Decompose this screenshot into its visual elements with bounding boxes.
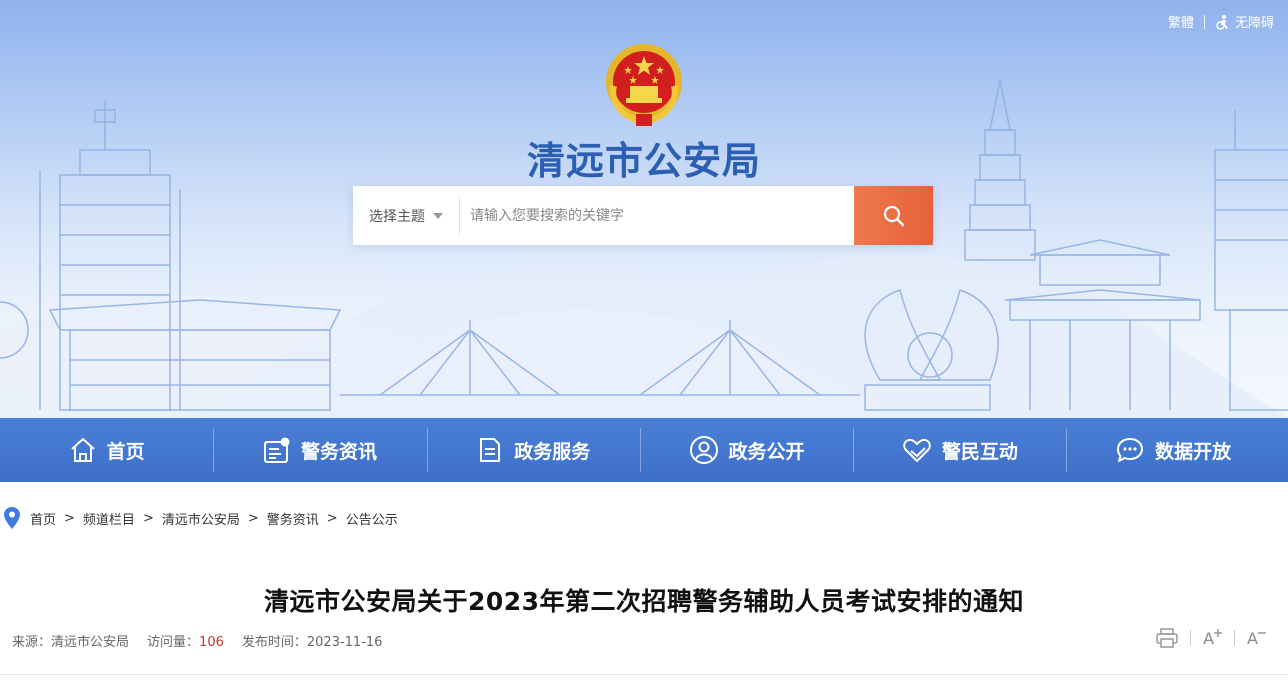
hits-info: 访问量：106 [147,631,224,650]
article-meta: 来源：清远市公安局 访问量：106 发布时间：2023-11-16 [12,631,382,650]
breadcrumb-channels[interactable]: 频道栏目 [83,509,135,528]
nav-item-open-data[interactable]: 数据开放 [1066,418,1279,482]
nav-item-label: 首页 [106,440,145,463]
hits-value: 106 [199,635,224,650]
nav-item-label: 数据开放 [1155,440,1232,463]
font-enlarge-label: A [1203,628,1215,648]
breadcrumb-separator: > [64,510,75,526]
breadcrumb-separator: > [247,510,259,526]
main-nav: 首页 警务资讯 政务服务 政务公开 警民互动 数据开放 [0,418,1288,482]
nav-item-gov-services[interactable]: 政务服务 [426,418,640,482]
nav-item-gov-disclosure[interactable]: 政务公开 [639,418,853,482]
divider-line [0,674,1288,675]
accessibility-label: 无障碍 [1234,16,1274,31]
topic-select[interactable]: 选择主题 [353,186,459,245]
national-emblem-logo [606,44,682,126]
source-value: 清远市公安局 [51,635,130,650]
location-pin-icon [4,507,20,529]
date-value: 2023-11-16 [306,635,383,650]
date-info: 发布时间：2023-11-16 [242,631,383,650]
accessibility-icon [1216,14,1228,30]
date-label: 发布时间： [241,635,307,650]
font-shrink-label: A [1247,628,1258,648]
plus-icon [1214,629,1223,637]
breadcrumb-separator: > [142,510,154,526]
font-enlarge-button[interactable]: A [1203,628,1223,648]
nav-item-police-news[interactable]: 警务资讯 [213,418,426,482]
nav-item-police-interaction[interactable]: 警民互动 [853,418,1066,482]
source-info: 来源：清远市公安局 [12,631,129,650]
breadcrumb-bureau[interactable]: 清远市公安局 [162,509,240,528]
source-label: 来源： [12,635,52,650]
breadcrumb-announcements[interactable]: 公告公示 [346,509,398,528]
hits-label: 访问量： [147,635,200,650]
accessibility-link[interactable]: 无障碍 [1215,12,1274,31]
heart-hand-icon [903,438,931,462]
topic-select-label: 选择主题 [369,208,425,225]
search-input[interactable] [460,186,854,245]
search-icon [883,205,904,226]
nav-item-label: 警务资讯 [300,440,377,463]
nav-item-label: 政务服务 [514,440,591,463]
chat-bubble-icon [1117,438,1144,462]
top-links: 繁體 无障碍 [1168,12,1274,31]
breadcrumb-police-news[interactable]: 警务资讯 [267,509,319,528]
header-banner: 繁體 无障碍 清远市公安局 选择主题 [0,0,1288,418]
top-links-divider [1203,14,1205,29]
nav-item-label: 警民互动 [941,440,1018,463]
search-button[interactable] [854,186,933,245]
user-circle-icon [689,436,718,464]
search-bar: 选择主题 [353,186,933,245]
site-title: 清远市公安局 [526,139,761,183]
news-icon [263,437,290,463]
chevron-down-icon [433,212,443,219]
tools-divider [1234,630,1236,646]
article-title: 清远市公安局关于2023年第二次招聘警务辅助人员考试安排的通知 [263,587,1025,616]
breadcrumb-home[interactable]: 首页 [30,509,56,528]
minus-icon [1258,632,1266,634]
home-icon [70,438,95,462]
printer-icon [1156,628,1178,648]
font-shrink-button[interactable]: A [1247,629,1266,648]
breadcrumb-separator: > [326,510,338,526]
traditional-chinese-link[interactable]: 繁體 [1168,12,1194,31]
article-tools: A A [1156,628,1266,648]
nav-item-label: 政务公开 [728,440,805,463]
print-button[interactable] [1156,628,1178,648]
document-icon [480,438,501,462]
tools-divider [1190,630,1192,646]
breadcrumb: 首页 > 频道栏目 > 清远市公安局 > 警务资讯 > 公告公示 [4,506,398,530]
nav-item-home[interactable]: 首页 [0,418,213,482]
